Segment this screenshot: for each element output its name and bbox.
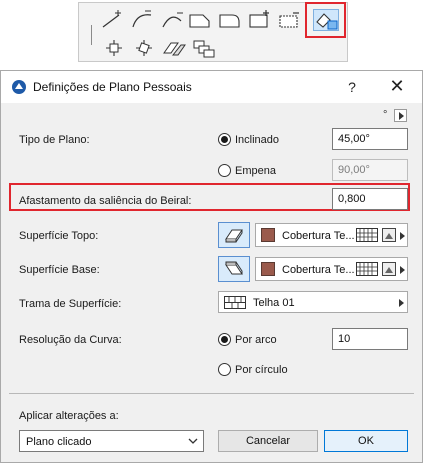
- stack-planes-icon[interactable]: [191, 37, 217, 59]
- empena-radio[interactable]: [218, 164, 231, 177]
- expand-arrow-button[interactable]: [394, 109, 407, 122]
- dialog-title: Definições de Plano Pessoais: [33, 80, 192, 94]
- bottom-surface-label: Superfície Base:: [19, 264, 100, 276]
- arc-pitch-icon[interactable]: [129, 9, 155, 31]
- rotate-node-icon[interactable]: [131, 37, 157, 59]
- plane-type-label: Tipo de Plano:: [19, 134, 90, 146]
- top-material-name: Cobertura Te...: [282, 230, 355, 242]
- roof-tile-pattern-icon: [224, 296, 246, 309]
- corner-round-icon[interactable]: [217, 9, 243, 31]
- palette-separator: [91, 25, 92, 45]
- top-surface-icon: [225, 229, 243, 243]
- bottom-surface-material-select[interactable]: Cobertura Te...: [255, 257, 408, 281]
- move-node-icon[interactable]: [101, 37, 127, 59]
- surface-hatch-value: Telha 01: [253, 297, 295, 309]
- por-arco-input[interactable]: 10: [332, 328, 408, 350]
- mirror-plane-icon[interactable]: [161, 37, 187, 59]
- ok-button[interactable]: OK: [324, 430, 408, 452]
- por-circulo-radio[interactable]: [218, 363, 231, 376]
- apply-changes-select[interactable]: Plano clicado: [19, 430, 204, 452]
- chevron-right-icon: [399, 299, 404, 307]
- surface-hatch-label: Trama de Superfície:: [19, 298, 122, 310]
- selected-tool-highlight: [305, 2, 346, 38]
- help-button[interactable]: ?: [341, 77, 363, 97]
- hatch-pattern-icon: [356, 228, 378, 242]
- inclinado-angle-input[interactable]: 45,00°: [332, 128, 408, 150]
- degree-mark: °: [383, 109, 388, 121]
- empena-radio-label: Empena: [235, 165, 276, 177]
- texture-image-icon: [382, 228, 396, 242]
- top-material-swatch: [261, 228, 275, 242]
- dialog-app-icon: [12, 80, 26, 94]
- por-circulo-radio-label: Por círculo: [235, 364, 288, 376]
- por-arco-radio[interactable]: [218, 333, 231, 346]
- bottom-surface-override-button[interactable]: [218, 256, 250, 282]
- roof-plane-settings-dialog: Definições de Plano Pessoais ? ✕ ° Tipo …: [0, 70, 423, 463]
- top-surface-material-select[interactable]: Cobertura Te...: [255, 223, 408, 247]
- corner-chamfer-icon[interactable]: [187, 9, 213, 31]
- add-point-icon[interactable]: [247, 9, 273, 31]
- texture-image-icon: [382, 262, 396, 276]
- bottom-surface-icon: [225, 261, 243, 275]
- curve-pitch-icon[interactable]: [159, 9, 185, 31]
- eave-overhang-label: Afastamento da saliência do Beiral:: [19, 195, 192, 207]
- chevron-right-icon: [400, 266, 405, 274]
- surface-hatch-select[interactable]: Telha 01: [218, 291, 408, 313]
- apply-changes-value: Plano clicado: [26, 436, 92, 448]
- eave-overhang-input[interactable]: 0,800: [332, 188, 408, 210]
- title-bar: Definições de Plano Pessoais ? ✕: [1, 71, 422, 103]
- empena-angle-input: 90,00°: [332, 159, 408, 181]
- pen-pitch-icon[interactable]: [99, 9, 125, 31]
- inclinado-radio[interactable]: [218, 133, 231, 146]
- section-divider: [9, 393, 414, 394]
- inclinado-radio-label: Inclinado: [235, 134, 280, 146]
- curve-resolution-label: Resolução da Curva:: [19, 334, 122, 346]
- cancel-button[interactable]: Cancelar: [218, 430, 318, 452]
- chevron-down-icon: [188, 438, 198, 444]
- por-arco-radio-label: Por arco: [235, 334, 277, 346]
- bottom-material-swatch: [261, 262, 275, 276]
- close-button[interactable]: ✕: [385, 77, 409, 97]
- top-surface-label: Superfície Topo:: [19, 230, 99, 242]
- subtract-icon[interactable]: [277, 9, 303, 31]
- top-surface-override-button[interactable]: [218, 222, 250, 248]
- bottom-material-name: Cobertura Te...: [282, 264, 355, 276]
- chevron-right-icon: [400, 232, 405, 240]
- apply-changes-label: Aplicar alterações a:: [19, 410, 119, 422]
- hatch-pattern-icon: [356, 262, 378, 276]
